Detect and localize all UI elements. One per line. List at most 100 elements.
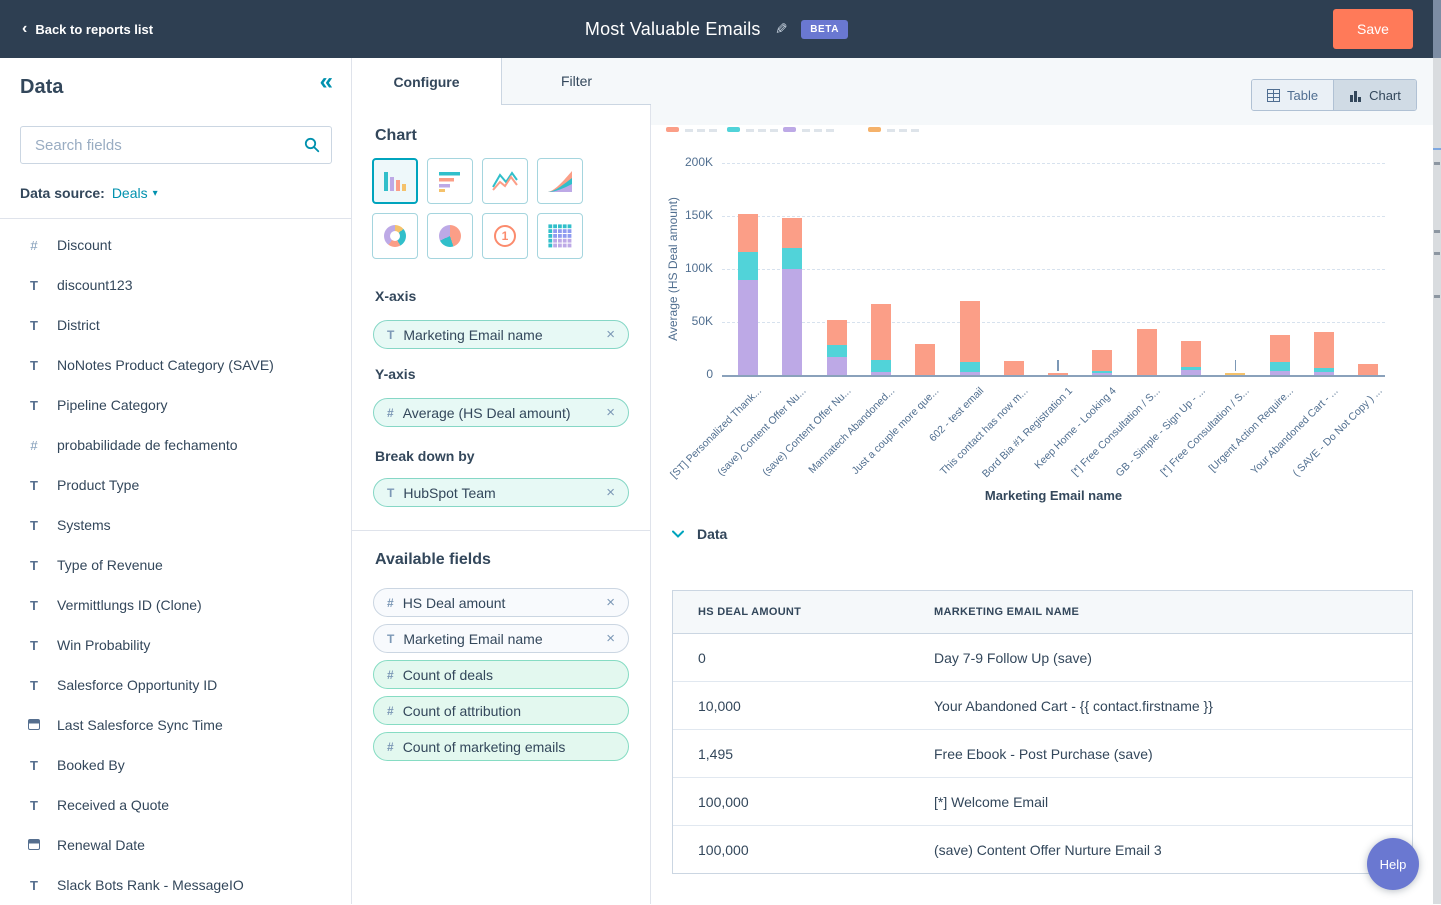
bar-segment-team-teal[interactable] xyxy=(826,345,847,357)
edit-title-pencil-icon[interactable]: ✎ xyxy=(775,20,788,38)
collapse-sidebar-icon[interactable]: « xyxy=(320,70,333,94)
back-to-reports-link[interactable]: ‹ Back to reports list xyxy=(22,21,153,37)
field-item[interactable]: T Received a Quote xyxy=(0,785,351,825)
field-item[interactable]: T NoNotes Product Category (SAVE) xyxy=(0,345,351,385)
available-field-pill[interactable]: # Count of attribution xyxy=(373,696,629,725)
bar-segment-team-purple[interactable] xyxy=(826,356,847,375)
legend-text-fragment xyxy=(899,129,907,132)
gridline xyxy=(722,269,1385,270)
y-tick-label: 100K xyxy=(684,261,713,275)
chart-type-area-button[interactable] xyxy=(537,158,583,204)
tab-filter[interactable]: Filter xyxy=(501,58,651,105)
chart-type-pivot-table-button[interactable] xyxy=(537,213,583,259)
toggle-table-button[interactable]: Table xyxy=(1252,80,1334,110)
bar-segment-team-purple[interactable] xyxy=(738,279,758,375)
bar-segment-team-purple[interactable] xyxy=(1092,372,1113,375)
available-field-pill[interactable]: # Count of deals xyxy=(373,660,629,689)
bar-segment-team-orange[interactable] xyxy=(826,319,847,346)
field-item[interactable]: # probabilidade de fechamento xyxy=(0,425,351,465)
field-item[interactable]: T Vermittlungs ID (Clone) xyxy=(0,585,351,625)
field-label: Slack Bots Rank - MessageIO xyxy=(57,877,244,893)
field-item[interactable]: T Systems xyxy=(0,505,351,545)
bar-segment-team-orange[interactable] xyxy=(1269,334,1290,363)
bar-segment-team-purple[interactable] xyxy=(782,269,803,375)
text-field-icon: T xyxy=(30,797,38,813)
bar-segment-team-orange[interactable] xyxy=(959,300,980,363)
bar-segment-team-orange[interactable] xyxy=(1181,341,1201,367)
bar-whisker xyxy=(1057,359,1059,371)
available-field-pill[interactable]: # Count of marketing emails xyxy=(373,732,629,761)
breakdown-field-pill[interactable]: T HubSpot Team × xyxy=(373,478,629,507)
bar-segment-team-purple[interactable] xyxy=(1181,369,1201,375)
bar-segment-team-orange[interactable] xyxy=(1358,364,1379,375)
bar-segment-team-orange[interactable] xyxy=(738,213,758,253)
bar-segment-team-yellow[interactable] xyxy=(1225,372,1246,375)
bar-segment-team-orange[interactable] xyxy=(1092,349,1113,371)
bar-segment-team-teal[interactable] xyxy=(959,362,980,372)
tab-configure[interactable]: Configure xyxy=(352,58,501,105)
bar-segment-team-teal[interactable] xyxy=(738,252,758,280)
remove-field-icon[interactable]: × xyxy=(606,595,615,610)
search-fields-box xyxy=(20,126,332,164)
chart-type-column-button[interactable] xyxy=(372,158,418,204)
table-cell: 100,000 xyxy=(673,777,933,826)
bar-segment-team-purple[interactable] xyxy=(870,371,891,375)
bar-segment-team-teal[interactable] xyxy=(1092,370,1113,373)
caret-down-icon: ▾ xyxy=(152,187,158,199)
field-item[interactable]: T Win Probability xyxy=(0,625,351,665)
toggle-chart-button[interactable]: Chart xyxy=(1333,80,1416,110)
chart-type-horizontal-bar-button[interactable] xyxy=(427,158,473,204)
field-item[interactable]: T Pipeline Category xyxy=(0,385,351,425)
save-button[interactable]: Save xyxy=(1333,9,1413,49)
field-item[interactable]: T Salesforce Opportunity ID xyxy=(0,665,351,705)
y-axis-field-pill[interactable]: # Average (HS Deal amount) × xyxy=(373,398,629,427)
pie-chart-icon xyxy=(439,225,461,247)
chart-type-number-button[interactable]: 1 xyxy=(482,213,528,259)
chart-type-pie-button[interactable] xyxy=(427,213,473,259)
field-item[interactable]: Last Salesforce Sync Time xyxy=(0,705,351,745)
field-item[interactable]: T Type of Revenue xyxy=(0,545,351,585)
bar-segment-team-orange[interactable] xyxy=(1136,329,1157,375)
field-item[interactable]: T Booked By xyxy=(0,745,351,785)
remove-field-icon[interactable]: × xyxy=(606,631,615,646)
field-item[interactable]: # Discount xyxy=(0,225,351,265)
field-item[interactable]: Tdiscount123 xyxy=(0,265,351,305)
available-field-pill[interactable]: # HS Deal amount × xyxy=(373,588,629,617)
bar-segment-team-orange[interactable] xyxy=(1048,372,1069,375)
bar-segment-team-teal[interactable] xyxy=(782,247,803,269)
chart-type-line-button[interactable] xyxy=(482,158,528,204)
bar-segment-team-orange[interactable] xyxy=(915,344,936,375)
field-item[interactable]: T Product Type xyxy=(0,465,351,505)
search-fields-input[interactable] xyxy=(33,135,304,155)
field-label: Pipeline Category xyxy=(57,397,168,413)
help-button[interactable]: Help xyxy=(1367,838,1419,890)
field-type-icon: # xyxy=(387,667,394,682)
data-source-dropdown[interactable]: Deals ▾ xyxy=(112,185,158,201)
bar-segment-team-purple[interactable] xyxy=(1313,371,1334,375)
bar-segment-team-teal[interactable] xyxy=(1269,362,1290,371)
bar-segment-team-teal[interactable] xyxy=(870,360,891,372)
bar-segment-team-purple[interactable] xyxy=(1269,370,1290,375)
bar-segment-team-teal[interactable] xyxy=(1313,367,1334,372)
bar-segment-team-purple[interactable] xyxy=(959,371,980,375)
field-item[interactable]: Renewal Date xyxy=(0,825,351,865)
remove-field-icon[interactable]: × xyxy=(606,327,615,342)
field-item[interactable]: T Slack Bots Rank - MessageIO xyxy=(0,865,351,905)
legend-text-fragment xyxy=(826,129,834,132)
chart-type-donut-button[interactable] xyxy=(372,213,418,259)
number-chart-icon: 1 xyxy=(494,225,516,247)
remove-field-icon[interactable]: × xyxy=(606,485,615,500)
title-group: Most Valuable Emails ✎ BETA xyxy=(0,19,1433,40)
table-header-row: HS DEAL AMOUNT MARKETING EMAIL NAME xyxy=(673,591,1412,634)
bar-segment-team-orange[interactable] xyxy=(870,303,891,361)
bar-segment-team-orange[interactable] xyxy=(1313,331,1334,368)
available-field-pill[interactable]: T Marketing Email name × xyxy=(373,624,629,653)
data-section-title: Data xyxy=(697,526,728,542)
bar-segment-team-orange[interactable] xyxy=(782,218,803,248)
bar-segment-team-teal[interactable] xyxy=(1181,366,1201,370)
remove-field-icon[interactable]: × xyxy=(606,405,615,420)
bar-segment-team-orange[interactable] xyxy=(1003,361,1024,375)
x-axis-field-pill[interactable]: T Marketing Email name × xyxy=(373,320,629,349)
data-section-header[interactable]: Data xyxy=(672,526,727,542)
field-item[interactable]: T District xyxy=(0,305,351,345)
